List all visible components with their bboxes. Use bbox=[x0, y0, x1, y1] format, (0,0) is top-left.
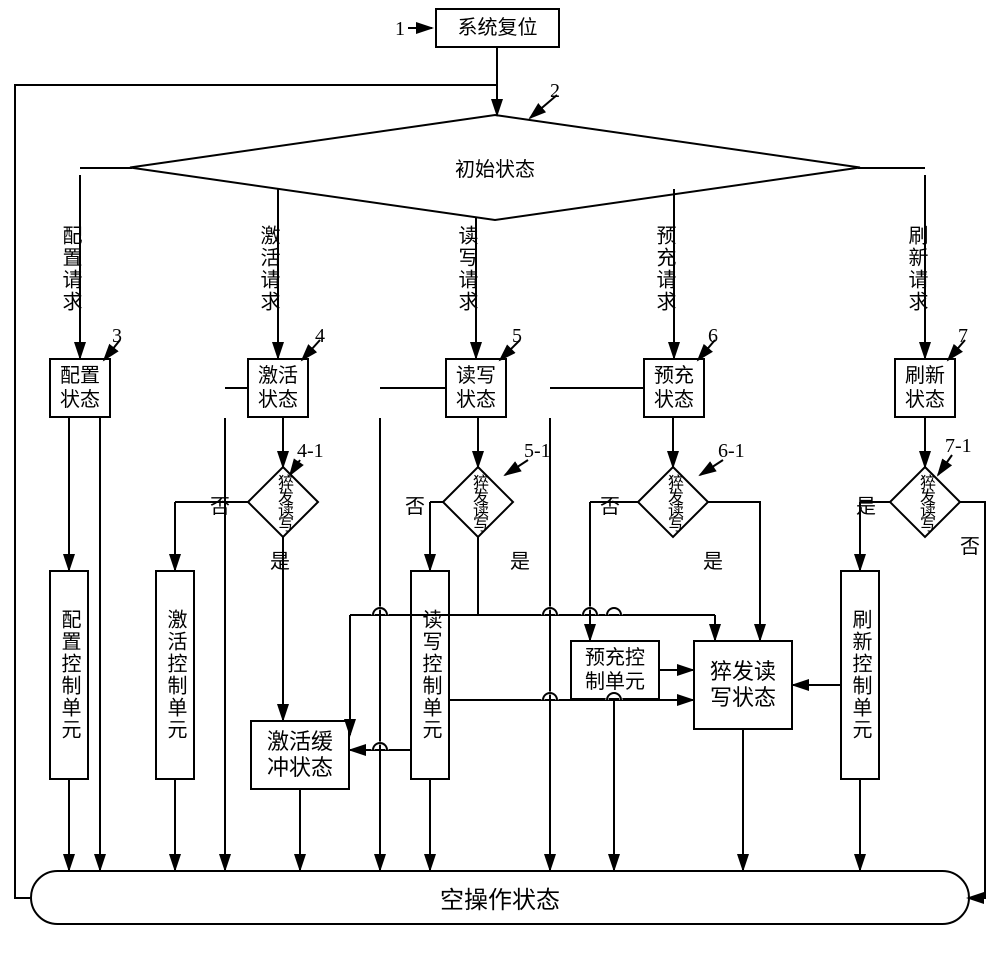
precharge-request-label: 预充请求 bbox=[650, 225, 679, 313]
activate-state-box: 激活 状态 bbox=[247, 358, 309, 418]
initial-state-text: 初始状态 bbox=[455, 153, 535, 182]
act-buffer-text: 激活缓 冲状态 bbox=[267, 729, 333, 782]
yes-4-1: 是 bbox=[270, 545, 290, 574]
idle-text: 空操作状态 bbox=[440, 880, 560, 915]
config-unit-text: 配置控制单元 bbox=[57, 609, 81, 741]
burst-diamond-4-1: 猝发读写 bbox=[248, 467, 318, 537]
label-7: 7 bbox=[958, 325, 968, 348]
precharge-unit-text: 预充控 制单元 bbox=[585, 646, 645, 694]
label-6-1: 6-1 bbox=[718, 440, 745, 463]
burst-state-text: 猝发读 写状态 bbox=[710, 659, 776, 712]
label-6: 6 bbox=[708, 325, 718, 348]
activate-unit-text: 激活控制单元 bbox=[163, 609, 187, 741]
burst-7-1-text: 猝发读写 bbox=[913, 474, 937, 530]
label-2: 2 bbox=[550, 80, 560, 103]
no-5-1: 否 bbox=[405, 490, 425, 519]
burst-5-1-text: 猝发读写 bbox=[466, 474, 490, 530]
precharge-state-box: 预充 状态 bbox=[643, 358, 705, 418]
rw-unit-text: 读写控制单元 bbox=[418, 609, 442, 741]
label-5-1: 5-1 bbox=[524, 440, 551, 463]
activate-request-label: 激活请求 bbox=[254, 225, 283, 313]
no-6-1: 否 bbox=[600, 490, 620, 519]
no-4-1: 否 bbox=[210, 490, 230, 519]
rw-state-box: 读写 状态 bbox=[445, 358, 507, 418]
burst-diamond-6-1: 猝发读写 bbox=[638, 467, 708, 537]
precharge-state-text: 预充 状态 bbox=[654, 364, 694, 412]
label-7-1: 7-1 bbox=[945, 435, 972, 458]
activate-unit-box: 激活控制单元 bbox=[155, 570, 195, 780]
rw-request-label: 读写请求 bbox=[452, 225, 481, 313]
rw-unit-box: 读写控制单元 bbox=[410, 570, 450, 780]
idle-state-pill: 空操作状态 bbox=[30, 870, 970, 925]
refresh-state-box: 刷新 状态 bbox=[894, 358, 956, 418]
config-unit-box: 配置控制单元 bbox=[49, 570, 89, 780]
label-3: 3 bbox=[112, 325, 122, 348]
yes-6-1: 是 bbox=[703, 545, 723, 574]
burst-state-box: 猝发读 写状态 bbox=[693, 640, 793, 730]
yes-7-1: 是 bbox=[856, 490, 876, 519]
precharge-unit-box: 预充控 制单元 bbox=[570, 640, 660, 700]
refresh-request-label: 刷新请求 bbox=[902, 225, 931, 313]
config-state-text: 配置 状态 bbox=[60, 364, 100, 412]
act-buffer-box: 激活缓 冲状态 bbox=[250, 720, 350, 790]
initial-state-diamond: 初始状态 bbox=[130, 115, 860, 220]
refresh-unit-box: 刷新控制单元 bbox=[840, 570, 880, 780]
system-reset-text: 系统复位 bbox=[458, 16, 538, 40]
rw-state-text: 读写 状态 bbox=[456, 364, 496, 412]
burst-4-1-text: 猝发读写 bbox=[271, 474, 295, 530]
yes-5-1: 是 bbox=[510, 545, 530, 574]
label-1: 1 bbox=[395, 18, 405, 41]
label-4: 4 bbox=[315, 325, 325, 348]
no-7-1: 否 bbox=[960, 530, 980, 559]
refresh-state-text: 刷新 状态 bbox=[905, 364, 945, 412]
label-5: 5 bbox=[512, 325, 522, 348]
config-request-label: 配置请求 bbox=[56, 225, 85, 313]
label-4-1: 4-1 bbox=[297, 440, 324, 463]
activate-state-text: 激活 状态 bbox=[258, 364, 298, 412]
system-reset-box: 系统复位 bbox=[435, 8, 560, 48]
refresh-unit-text: 刷新控制单元 bbox=[848, 609, 872, 741]
burst-6-1-text: 猝发读写 bbox=[661, 474, 685, 530]
burst-diamond-5-1: 猝发读写 bbox=[443, 467, 513, 537]
burst-diamond-7-1: 猝发读写 bbox=[890, 467, 960, 537]
config-state-box: 配置 状态 bbox=[49, 358, 111, 418]
